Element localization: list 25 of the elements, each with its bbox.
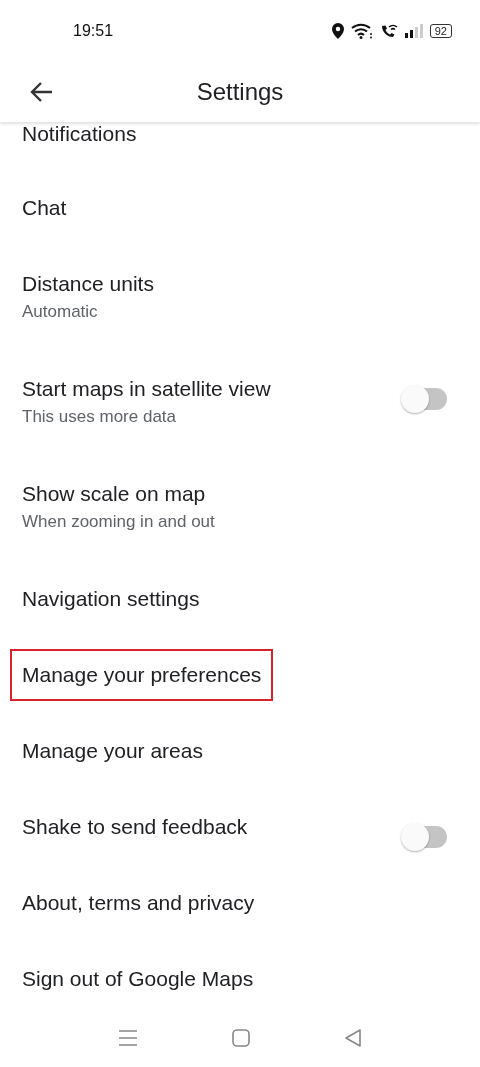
location-icon: [331, 23, 344, 39]
setting-title: Manage your areas: [22, 739, 203, 763]
back-arrow-icon[interactable]: [30, 80, 54, 104]
setting-subtitle: This uses more data: [22, 407, 176, 427]
status-time: 19:51: [73, 22, 114, 40]
home-square-icon[interactable]: [232, 1029, 250, 1047]
setting-title: Sign out of Google Maps: [22, 967, 254, 991]
setting-subtitle: When zooming in and out: [22, 512, 215, 532]
setting-title: Shake to send feedback: [22, 815, 248, 839]
setting-title: Notifications: [22, 122, 137, 146]
battery-level: 92: [429, 24, 452, 38]
signal-icon: [404, 24, 423, 38]
setting-title: Navigation settings: [22, 587, 200, 611]
setting-subtitle: Automatic: [22, 302, 98, 322]
setting-title: Chat: [22, 196, 67, 220]
wifi-call-icon: [379, 23, 398, 39]
page-title: Settings: [196, 78, 284, 106]
menu-icon[interactable]: [119, 1030, 137, 1046]
wifi-icon: [350, 23, 373, 39]
setting-title: Distance units: [22, 272, 154, 296]
setting-title: Start maps in satellite view: [22, 377, 271, 401]
setting-title: Manage your preferences: [12, 651, 272, 699]
back-triangle-icon[interactable]: [345, 1029, 361, 1047]
setting-title: Show scale on map: [22, 482, 206, 506]
setting-title: About, terms and privacy: [22, 891, 255, 915]
